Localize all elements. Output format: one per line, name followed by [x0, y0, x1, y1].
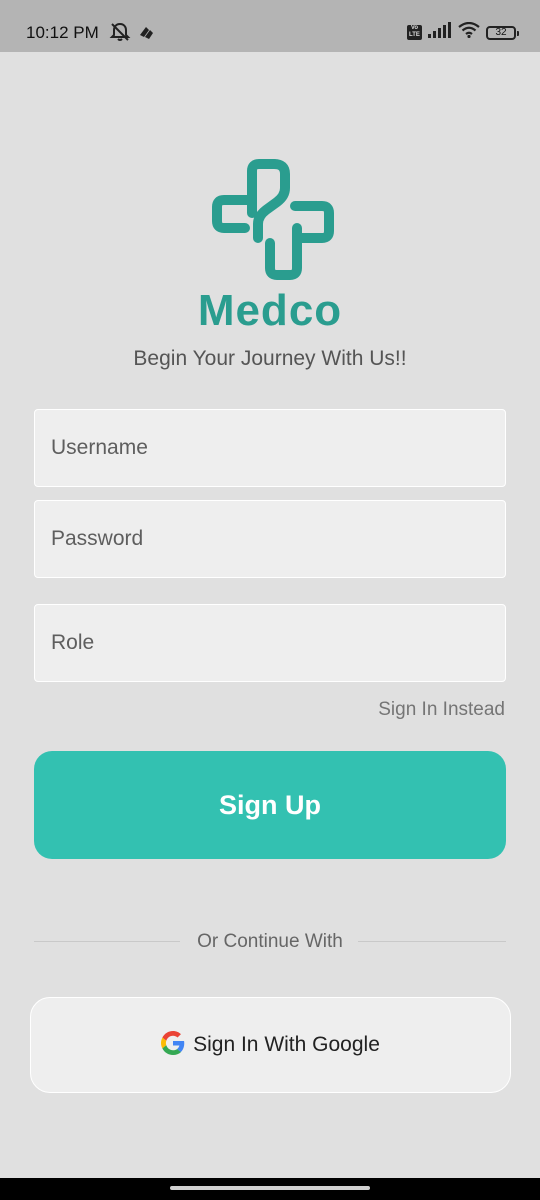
status-right: Vo LTE 32	[407, 21, 519, 43]
bell-off-icon	[109, 22, 131, 47]
google-button-label: Sign In With Google	[193, 1033, 380, 1056]
status-bar: 10:12 PM Vo LTE 32	[0, 0, 540, 52]
medical-cross-logo-icon	[200, 158, 345, 283]
sign-in-instead-link[interactable]: Sign In Instead	[378, 698, 505, 722]
password-field[interactable]	[34, 500, 506, 578]
role-field[interactable]	[34, 604, 506, 682]
google-logo-icon	[161, 1030, 185, 1060]
battery-icon: 32	[486, 25, 519, 40]
app-name: Medco	[197, 286, 343, 335]
volte-icon: Vo LTE	[407, 25, 422, 40]
divider-text: Or Continue With	[197, 931, 343, 952]
google-sign-in-button[interactable]: Sign In With Google	[30, 997, 511, 1093]
wifi-icon	[458, 21, 480, 43]
app-notification-icon	[137, 23, 155, 46]
navigation-bar	[0, 1178, 540, 1200]
signal-icon	[428, 22, 452, 43]
username-field[interactable]	[34, 409, 506, 487]
sign-up-button[interactable]: Sign Up	[34, 751, 506, 859]
divider-line-right	[358, 941, 506, 942]
status-time: 10:12 PM	[26, 23, 99, 42]
status-left-icons	[109, 22, 155, 47]
home-indicator[interactable]	[170, 1186, 370, 1190]
tagline: Begin Your Journey With Us!!	[133, 347, 407, 370]
